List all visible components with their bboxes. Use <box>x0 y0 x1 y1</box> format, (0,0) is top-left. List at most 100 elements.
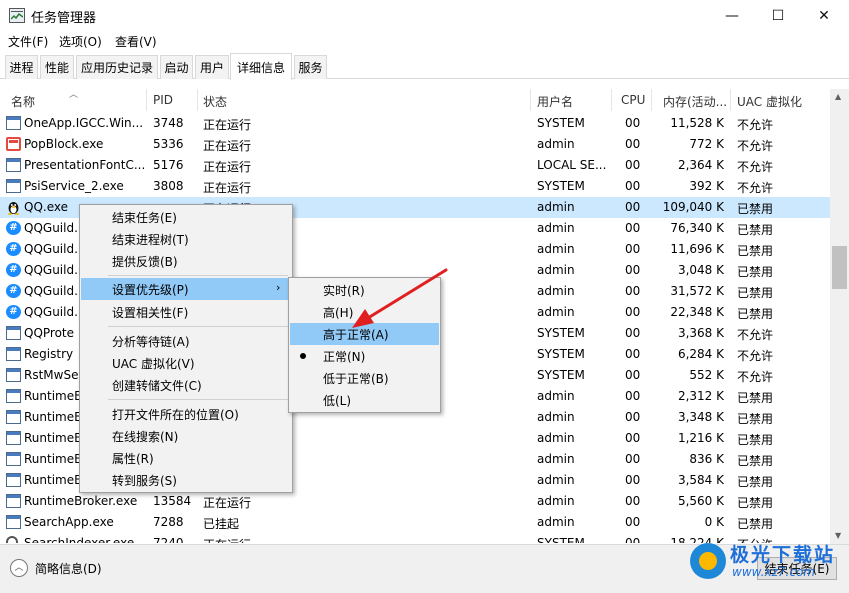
process-name: PresentationFontC... <box>24 158 146 172</box>
search-icon <box>6 536 18 543</box>
table-row[interactable]: RuntimeBroker.exe 13584 正在运行 admin 00 5,560 K… <box>0 491 830 512</box>
close-button[interactable]: ✕ <box>801 0 847 31</box>
scroll-up-icon[interactable]: ▲ <box>835 92 841 101</box>
tab-users[interactable]: 用户 <box>195 55 229 79</box>
process-memory: 3,348 K <box>677 410 724 424</box>
process-cpu: 00 <box>625 242 641 256</box>
process-memory: 3,368 K <box>677 326 724 340</box>
tab-processes[interactable]: 进程 <box>5 55 38 79</box>
menu-item-label: 结束进程树(T) <box>112 233 189 247</box>
process-memory: 76,340 K <box>670 221 724 235</box>
menu-set-priority[interactable]: 设置优先级(P) › <box>81 278 291 300</box>
menu-item-label: 打开文件所在的位置(O) <box>112 408 239 422</box>
column-divider[interactable] <box>146 89 147 111</box>
tab-startup[interactable]: 启动 <box>160 55 193 79</box>
priority-normal[interactable]: 正常(N) <box>290 345 439 367</box>
process-uac: 已禁用 <box>737 307 774 321</box>
window-icon <box>6 473 21 487</box>
qqguild-icon: # <box>6 242 21 256</box>
table-row[interactable]: PsiService_2.exe 3808 正在运行 SYSTEM 00 392 K 不允许 <box>0 176 830 197</box>
process-cpu: 00 <box>625 347 641 361</box>
process-pid: 5176 <box>153 158 184 172</box>
process-status: 正在运行 <box>203 496 252 510</box>
priority-high[interactable]: 高(H) <box>290 301 439 323</box>
minimize-button[interactable]: — <box>709 0 755 31</box>
process-memory: 1,216 K <box>677 431 724 445</box>
tab-app-history[interactable]: 应用历史记录 <box>76 55 158 79</box>
vertical-scrollbar[interactable]: ▲ ▼ <box>830 89 849 544</box>
menu-options[interactable]: 选项(O) <box>59 33 102 50</box>
menu-file[interactable]: 文件(F) <box>8 33 48 50</box>
window-title: 任务管理器 <box>31 11 97 26</box>
fewer-details-link[interactable]: 简略信息(D) <box>35 560 102 577</box>
tab-services[interactable]: 服务 <box>294 55 327 79</box>
window-icon <box>6 326 21 340</box>
col-memory[interactable]: 内存(活动... <box>663 93 727 110</box>
table-row[interactable]: OneApp.IGCC.Win... 3748 正在运行 SYSTEM 00 11,528… <box>0 113 830 134</box>
col-status[interactable]: 状态 <box>203 93 227 110</box>
priority-realtime[interactable]: 实时(R) <box>290 279 439 301</box>
menu-view[interactable]: 查看(V) <box>115 33 157 50</box>
menu-set-affinity[interactable]: 设置相关性(F) <box>81 301 291 323</box>
title-bar: 任务管理器 — ☐ ✕ <box>0 0 849 31</box>
qq-penguin-icon <box>6 200 21 215</box>
process-memory: 552 K <box>689 368 724 382</box>
process-uac: 不允许 <box>737 160 774 174</box>
menu-end-task[interactable]: 结束任务(E) <box>81 206 291 228</box>
table-row[interactable]: PresentationFontC... 5176 正在运行 LOCAL SE... 0… <box>0 155 830 176</box>
process-uac: 已禁用 <box>737 223 774 237</box>
col-username[interactable]: 用户名 <box>537 93 573 110</box>
window-icon <box>6 347 21 361</box>
watermark: 极光下载站 www.xz7.com <box>690 539 848 584</box>
menu-item-label: UAC 虚拟化(V) <box>112 357 195 371</box>
priority-above-normal[interactable]: 高于正常(A) <box>290 323 439 345</box>
menu-end-process-tree[interactable]: 结束进程树(T) <box>81 228 291 250</box>
menu-uac-virtualization[interactable]: UAC 虚拟化(V) <box>81 352 291 374</box>
process-user: SYSTEM <box>537 368 585 382</box>
process-user: admin <box>537 473 575 487</box>
col-name[interactable]: 名称 <box>11 93 35 110</box>
process-memory: 31,572 K <box>670 284 724 298</box>
process-uac: 已禁用 <box>737 517 774 531</box>
col-uac[interactable]: UAC 虚拟化 <box>737 93 802 110</box>
context-menu: 结束任务(E) 结束进程树(T) 提供反馈(B) 设置优先级(P) › 设置相关性… <box>79 204 293 493</box>
priority-below-normal[interactable]: 低于正常(B) <box>290 367 439 389</box>
menu-item-label: 低于正常(B) <box>323 372 389 386</box>
column-divider[interactable] <box>651 89 652 111</box>
process-user: SYSTEM <box>537 347 585 361</box>
menu-search-online[interactable]: 在线搜索(N) <box>81 425 291 447</box>
table-row[interactable]: SearchApp.exe 7288 已挂起 admin 00 0 K 已禁用 <box>0 512 830 533</box>
menu-properties[interactable]: 属性(R) <box>81 447 291 469</box>
col-pid[interactable]: PID <box>153 93 173 107</box>
task-manager-icon <box>9 8 25 23</box>
priority-low[interactable]: 低(L) <box>290 389 439 411</box>
process-uac: 不允许 <box>737 328 774 342</box>
process-memory: 11,528 K <box>670 116 724 130</box>
tab-performance[interactable]: 性能 <box>40 55 74 79</box>
process-cpu: 00 <box>625 137 641 151</box>
column-divider[interactable] <box>730 89 731 111</box>
process-memory: 22,348 K <box>670 305 724 319</box>
column-divider[interactable] <box>530 89 531 111</box>
maximize-button[interactable]: ☐ <box>755 0 801 31</box>
column-divider[interactable] <box>611 89 612 111</box>
menu-open-file-location[interactable]: 打开文件所在的位置(O) <box>81 403 291 425</box>
process-uac: 已禁用 <box>737 475 774 489</box>
chevron-up-icon[interactable]: ︿ <box>10 559 28 577</box>
menu-feedback[interactable]: 提供反馈(B) <box>81 250 291 272</box>
menu-divider <box>108 399 288 400</box>
col-cpu[interactable]: CPU <box>621 93 645 107</box>
menu-analyze-wait-chain[interactable]: 分析等待链(A) <box>81 330 291 352</box>
table-row[interactable]: PopBlock.exe 5336 正在运行 admin 00 772 K 不允许 <box>0 134 830 155</box>
process-cpu: 00 <box>625 494 641 508</box>
process-user: admin <box>537 305 575 319</box>
menu-create-dump[interactable]: 创建转储文件(C) <box>81 374 291 396</box>
scrollbar-thumb[interactable] <box>832 246 847 289</box>
process-uac: 不允许 <box>737 139 774 153</box>
process-status: 正在运行 <box>203 160 252 174</box>
menu-go-to-services[interactable]: 转到服务(S) <box>81 469 291 491</box>
process-status: 正在运行 <box>203 118 252 132</box>
column-divider[interactable] <box>197 89 198 111</box>
window-icon <box>6 158 21 172</box>
tab-details[interactable]: 详细信息 <box>230 53 292 80</box>
